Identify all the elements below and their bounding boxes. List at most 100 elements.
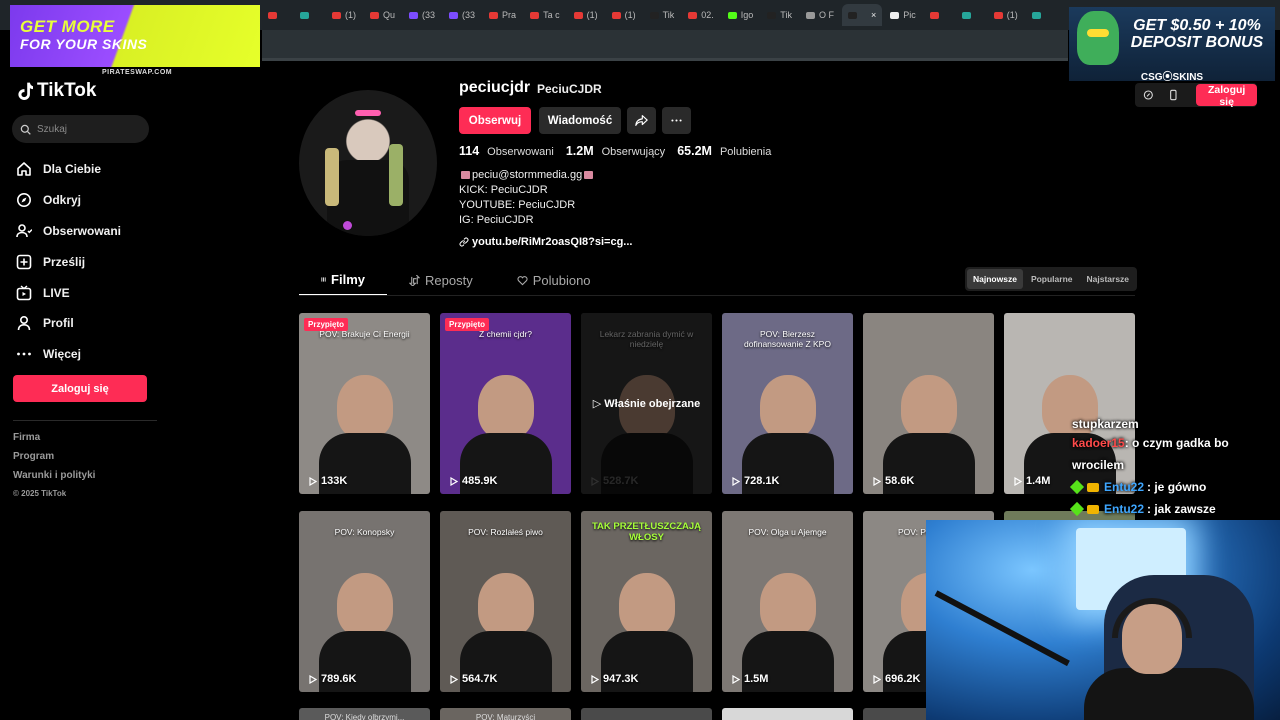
browser-tab[interactable]: Qu — [364, 4, 401, 26]
sidebar-item-for-you[interactable]: Dla Ciebie — [16, 154, 166, 185]
profile-bio: peciu@stormmedia.gg KICK: PeciuCJDR YOUT… — [459, 168, 595, 228]
more-options-button[interactable] — [662, 107, 691, 134]
favicon-icon — [530, 11, 540, 19]
close-tab-icon[interactable]: × — [871, 10, 876, 20]
browser-tab[interactable]: (33 — [403, 4, 441, 26]
video-card[interactable]: POV: Bierzesz dofinansowanie Z KPO 728.1K — [722, 313, 853, 494]
view-count-text: 485.9K — [462, 475, 498, 487]
browser-tab[interactable]: Tik — [761, 4, 798, 26]
browser-tab[interactable]: (33 — [443, 4, 481, 26]
bio-link-text: youtu.be/RiMr2oasQI8?si=cg... — [472, 236, 633, 248]
bio-line: YOUTUBE: PeciuCJDR — [459, 199, 576, 211]
tab-reposts[interactable]: Reposty — [387, 264, 495, 296]
footer-link-program[interactable]: Program — [13, 451, 95, 470]
browser-tab-label: Pra — [502, 10, 517, 20]
browser-tab[interactable]: O F — [800, 4, 840, 26]
sidebar-item-more[interactable]: Więcej — [16, 339, 166, 370]
video-caption: TAK PRZETŁUSZCZAJĄ WŁOSY — [591, 521, 702, 543]
favicon-icon — [332, 11, 341, 19]
sort-popular[interactable]: Popularne — [1025, 269, 1079, 289]
video-card[interactable]: Lekarz zabrania dymić w niedzielę▷ Właśn… — [581, 313, 712, 494]
tab-liked[interactable]: Polubiono — [495, 264, 613, 296]
message-button[interactable]: Wiadomość — [539, 107, 621, 134]
video-card[interactable]: POV: Brakuje Ci Energii Przypięto 133K — [299, 313, 430, 494]
header-login-button[interactable]: Zaloguj się — [1196, 84, 1257, 108]
share-icon — [635, 115, 648, 126]
browser-tab[interactable] — [924, 4, 954, 26]
search-input[interactable] — [37, 123, 137, 135]
profile-stats: 114 Obserwowani 1.2M Obserwujący 65.2M P… — [459, 144, 775, 158]
browser-tab[interactable]: × — [841, 4, 883, 26]
video-card[interactable]: Z chemii cjdr? Przypięto 485.9K — [440, 313, 571, 494]
video-card-partial[interactable] — [722, 708, 853, 720]
video-card[interactable]: POV: Olga u Ajemge 1.5M — [722, 511, 853, 692]
browser-tab[interactable]: Igo — [722, 4, 760, 26]
sidebar-item-profile[interactable]: Profil — [16, 308, 166, 339]
following-label[interactable]: Obserwowani — [487, 146, 554, 158]
browser-tab[interactable]: (1) — [606, 4, 642, 26]
sidebar-item-explore[interactable]: Odkryj — [16, 185, 166, 216]
browser-tab[interactable]: Pic — [884, 4, 922, 26]
browser-tab[interactable]: Ta c — [524, 4, 566, 26]
sidebar-item-upload[interactable]: Prześlij — [16, 246, 166, 277]
browser-tab[interactable] — [1026, 4, 1056, 26]
search-box[interactable] — [12, 115, 149, 143]
share-button[interactable] — [627, 107, 656, 134]
coin-icon[interactable] — [1143, 89, 1154, 101]
footer-link-company[interactable]: Firma — [13, 432, 95, 451]
bio-link[interactable]: youtu.be/RiMr2oasQI8?si=cg... — [459, 236, 632, 248]
sort-newest[interactable]: Najnowsze — [967, 269, 1023, 289]
browser-tab[interactable] — [956, 4, 986, 26]
browser-tab-label: Ta c — [543, 10, 560, 20]
footer-link-terms[interactable]: Warunki i polityki — [13, 470, 95, 489]
thumbnail-face — [619, 573, 675, 637]
chat-message: kadoer15: o czym gadka bo wrocilem — [1072, 432, 1252, 476]
bio-email: peciu@stormmedia.gg — [472, 169, 583, 181]
browser-tab-label: Qu — [383, 10, 396, 20]
sort-oldest[interactable]: Najstarsze — [1081, 269, 1136, 289]
favicon-icon — [993, 11, 1003, 19]
browser-tab[interactable] — [294, 4, 324, 26]
tab-videos[interactable]: Filmy — [299, 264, 387, 296]
thumbnail-face — [760, 573, 816, 637]
view-count-text: 1.5M — [744, 673, 769, 685]
video-card-partial[interactable]: POV: Maturzyści — [440, 708, 571, 720]
browser-tab[interactable] — [262, 4, 292, 26]
browser-tab[interactable]: (1) — [988, 4, 1024, 26]
follow-button[interactable]: Obserwuj — [459, 107, 531, 134]
mail-icon — [584, 171, 594, 179]
video-card[interactable]: 58.6K — [863, 313, 994, 494]
sidebar-item-live[interactable]: LIVE — [16, 277, 166, 308]
thumbnail-face — [760, 375, 816, 439]
browser-tab[interactable]: (1) — [568, 4, 604, 26]
play-icon — [450, 476, 458, 486]
live-icon — [16, 285, 32, 300]
toolbar-divider — [262, 58, 1068, 61]
ad-banner-left[interactable]: GET MORE FOR YOUR SKINS — [10, 5, 260, 67]
video-card[interactable]: POV: Rozlałeś piwo 564.7K — [440, 511, 571, 692]
sidebar-item-following[interactable]: Obserwowani — [16, 216, 166, 247]
tiktok-logo[interactable]: TikTok — [16, 80, 96, 102]
video-card[interactable]: TAK PRZETŁUSZCZAJĄ WŁOSY 947.3K — [581, 511, 712, 692]
phone-icon[interactable] — [1168, 89, 1179, 101]
browser-tab-label: (1) — [1006, 10, 1018, 20]
upload-icon — [16, 254, 32, 270]
video-card-partial[interactable]: POV: Kiedy olbrzymi... — [299, 708, 430, 720]
browser-tab[interactable]: 02. — [682, 4, 720, 26]
ad-banner-right[interactable]: GET $0.50 + 10% DEPOSIT BONUS CSG⦿SKINS — [1069, 7, 1275, 81]
chat-text: stupkarzem — [1072, 417, 1139, 431]
user-follow-icon — [16, 224, 32, 238]
view-count: 947.3K — [591, 673, 638, 685]
browser-tab[interactable]: Pra — [483, 4, 522, 26]
thumbnail-face — [337, 573, 393, 637]
browser-tab[interactable]: (1) — [326, 4, 362, 26]
browser-tab-label: (33 — [462, 10, 476, 20]
video-card-partial[interactable] — [581, 708, 712, 720]
favicon-icon — [890, 11, 900, 19]
view-count-text: 564.7K — [462, 673, 498, 685]
followers-label[interactable]: Obserwujący — [602, 146, 666, 158]
sidebar-login-button[interactable]: Zaloguj się — [13, 375, 147, 402]
video-card[interactable]: POV: Konopsky 789.6K — [299, 511, 430, 692]
play-icon — [1014, 476, 1022, 486]
browser-tab[interactable]: Tik — [644, 4, 681, 26]
